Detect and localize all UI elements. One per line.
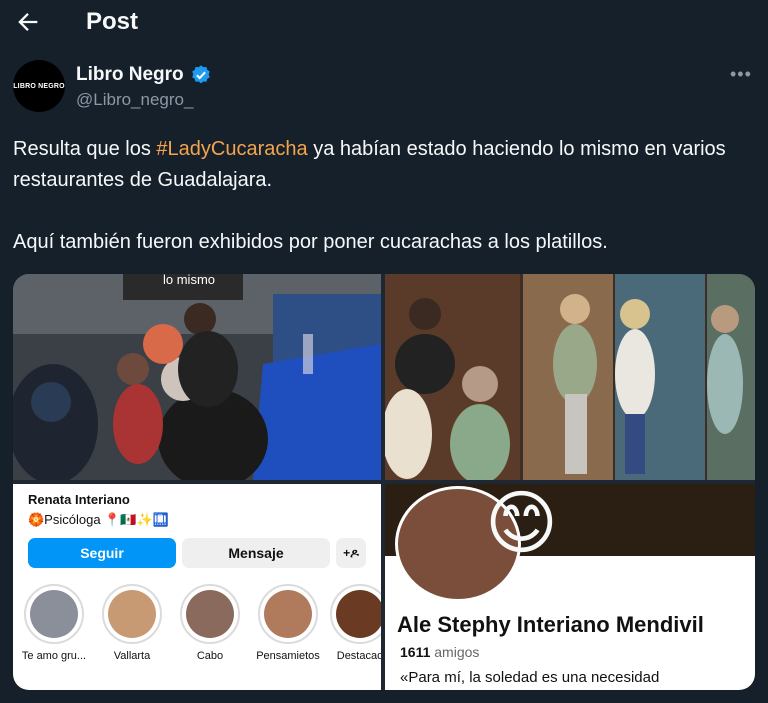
- arrow-left-icon[interactable]: [14, 8, 42, 36]
- photo-collage[interactable]: [385, 274, 755, 480]
- highlight-item[interactable]: Cabo: [177, 584, 243, 662]
- page-title: Post: [86, 8, 139, 35]
- avatar[interactable]: LIBRO NEGRO: [13, 60, 65, 112]
- friends-number: 1611: [400, 644, 431, 660]
- profile-full-name: Ale Stephy Interiano Mendivil: [397, 612, 704, 637]
- highlight-label: Pensamietos: [256, 650, 320, 662]
- highlight-ring: [258, 584, 318, 644]
- instagram-profile[interactable]: Renata Interiano 🏵️Psicóloga 📍🇲🇽✨🛄 Segui…: [13, 484, 381, 690]
- follow-button[interactable]: Seguir: [28, 538, 176, 568]
- friends-label: amigos: [430, 644, 480, 660]
- avatar-text: LIBRO NEGRO: [13, 82, 65, 90]
- tweet-paragraph-1: Resulta que los #LadyCucaracha ya habían…: [13, 134, 753, 196]
- hashtag-link[interactable]: #LadyCucaracha: [156, 138, 307, 160]
- highlight-label: Vallarta: [113, 650, 151, 662]
- highlight-label: Destacad: [336, 650, 381, 662]
- highlight-label: Cabo: [196, 650, 224, 662]
- message-button[interactable]: Mensaje: [182, 538, 330, 568]
- highlight-item[interactable]: Vallarta: [99, 584, 165, 662]
- profile-quote: «Para mí, la soledad es una necesidad: [400, 669, 660, 686]
- highlight-label: Te amo gru...: [21, 650, 87, 662]
- highlight-item[interactable]: Te amo gru...: [21, 584, 87, 662]
- highlight-ring: [330, 584, 381, 644]
- tweet-text-start: Resulta que los: [13, 138, 157, 160]
- more-options-icon[interactable]: •••: [730, 64, 752, 85]
- highlight-ring: [180, 584, 240, 644]
- highlight-ring: [24, 584, 84, 644]
- photo-caption: lo mismo: [163, 274, 215, 287]
- smiling-face-icon: 😊: [485, 484, 558, 562]
- tweet-text: Resulta que los #LadyCucaracha ya habían…: [13, 134, 753, 258]
- verified-badge-icon: [192, 65, 210, 84]
- highlight-item[interactable]: Destacad: [327, 584, 381, 662]
- friends-count: 1611 amigos: [400, 644, 479, 660]
- restaurant-scene: lo mismo: [13, 274, 381, 480]
- collage-scene: [385, 274, 755, 480]
- photo-restaurant[interactable]: lo mismo: [13, 274, 381, 480]
- author-handle[interactable]: @Libro_negro_: [76, 90, 193, 110]
- author-name[interactable]: Libro Negro: [76, 64, 184, 86]
- add-person-button[interactable]: +ዶ: [336, 538, 366, 568]
- profile-name: Renata Interiano: [28, 492, 130, 507]
- tweet-paragraph-2: Aquí también fueron exhibidos por poner …: [13, 231, 608, 253]
- profile-bio: 🏵️Psicóloga 📍🇲🇽✨🛄: [28, 512, 169, 527]
- highlight-ring: [102, 584, 162, 644]
- header: Post: [0, 0, 768, 46]
- highlight-item[interactable]: Pensamietos: [255, 584, 321, 662]
- media-grid: lo mismo Renata Interiano 🏵️Psicóloga 📍🇲…: [13, 274, 755, 690]
- facebook-profile[interactable]: 😊 Ale Stephy Interiano Mendivil 1611 ami…: [385, 484, 755, 690]
